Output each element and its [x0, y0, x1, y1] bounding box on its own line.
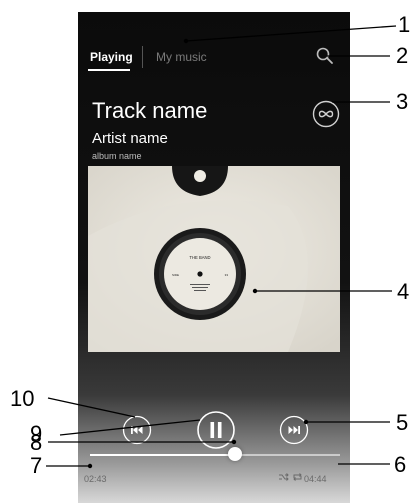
callout-lines — [46, 25, 397, 469]
callout-2: 2 — [396, 43, 409, 68]
callout-5: 5 — [396, 410, 409, 435]
callout-6: 6 — [394, 452, 407, 477]
callout-3: 3 — [396, 89, 409, 114]
callout-9: 9 — [30, 421, 43, 446]
callout-10: 10 — [10, 386, 35, 411]
callout-4: 4 — [397, 279, 410, 304]
callout-1: 1 — [398, 12, 411, 37]
callout-7: 7 — [30, 453, 43, 478]
